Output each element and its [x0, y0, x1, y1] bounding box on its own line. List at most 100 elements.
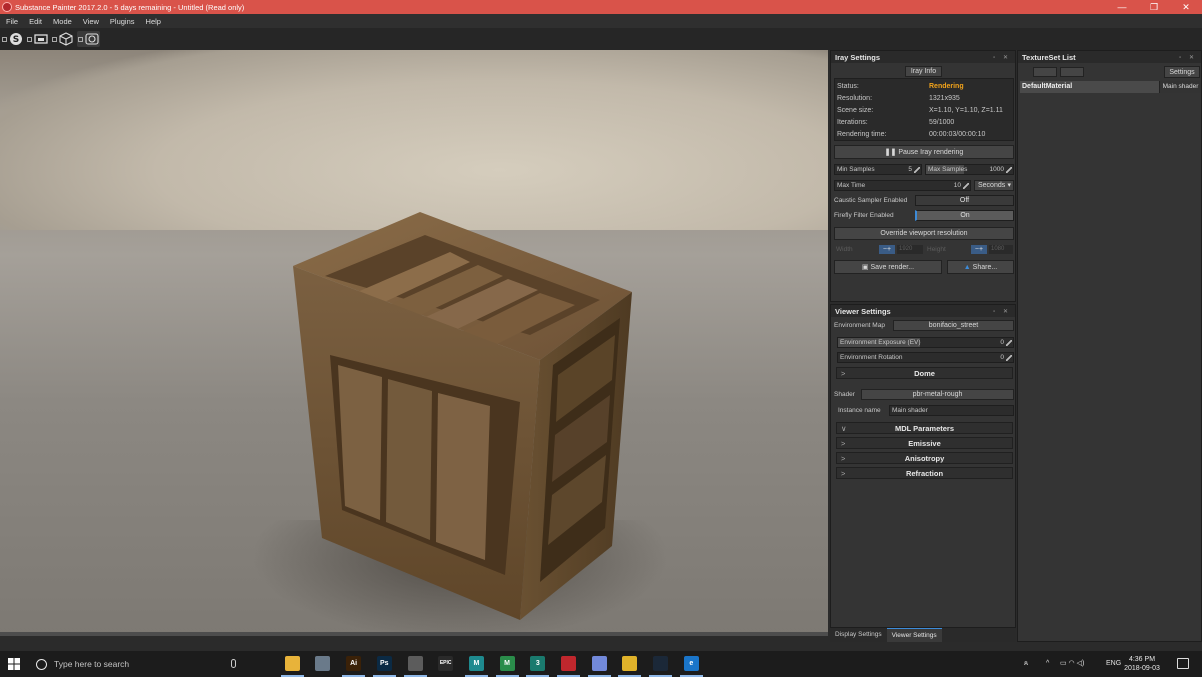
resolution-value: 1321x935	[929, 95, 960, 102]
expand-icon	[2, 36, 7, 42]
caustic-sampler-toggle[interactable]: Off	[915, 195, 1014, 206]
min-samples-slider[interactable]: Min Samples 5	[834, 164, 922, 175]
share-icon: ▲	[963, 264, 973, 271]
width-stepper[interactable]: −+	[879, 245, 895, 254]
textureset-settings-button[interactable]: Settings	[1164, 66, 1200, 78]
menu-edit[interactable]: Edit	[29, 17, 42, 26]
pictures-icon[interactable]	[315, 656, 331, 671]
iray-info-button[interactable]: Iray Info	[905, 66, 942, 77]
edit-pencil-icon[interactable]	[1006, 340, 1012, 346]
search-placeholder: Type here to search	[54, 659, 130, 669]
edit-pencil-icon[interactable]	[914, 167, 920, 173]
max-time-value: 10	[953, 182, 961, 189]
taskbar-clock[interactable]: 4:36 PM 2018-09-03	[1122, 655, 1162, 673]
panel-window-buttons[interactable]: ▫ ✕	[993, 308, 1011, 315]
discord-icon[interactable]	[587, 656, 611, 677]
resolution-row: Resolution: 1321x935	[837, 93, 1013, 104]
anisotropy-label: Anisotropy	[904, 454, 945, 463]
windows-taskbar: Type here to search Ai Ps EPIC M M 3 e ጰ ^ ▭ ◠…	[0, 651, 1202, 677]
shader-label: Shader	[834, 391, 855, 398]
wooden-crate-render	[293, 212, 632, 620]
anisotropy-section-header[interactable]: > Anisotropy	[836, 452, 1013, 464]
max-time-slider[interactable]: Max Time 10	[834, 180, 971, 191]
material-shader-selector[interactable]: Main shader	[1159, 81, 1201, 93]
maximize-button[interactable]: ❐	[1138, 0, 1170, 14]
3d-view-button[interactable]	[52, 32, 73, 46]
taskbar-search[interactable]: Type here to search	[30, 653, 244, 675]
emissive-section-header[interactable]: > Emissive	[836, 437, 1013, 449]
3dsmax-icon[interactable]: 3	[526, 656, 550, 677]
2d-view-button[interactable]	[27, 32, 48, 46]
textureset-list-panel: TextureSet List ▫ ✕ Settings DefaultMate…	[1017, 50, 1202, 642]
3d-viewport[interactable]	[0, 50, 828, 636]
photoshop-icon[interactable]: Ps	[372, 656, 396, 677]
edit-pencil-icon[interactable]	[1006, 167, 1012, 173]
edit-pencil-icon[interactable]	[963, 183, 969, 189]
firefly-filter-toggle[interactable]: On	[915, 210, 1014, 221]
viewer-panel-title: Viewer Settings	[835, 306, 891, 316]
pause-iray-button[interactable]: ❚❚ Pause Iray rendering	[834, 145, 1014, 159]
people-icon[interactable]: ጰ	[1024, 651, 1028, 677]
time-unit-dropdown[interactable]: Seconds ▾	[974, 180, 1014, 191]
shader-selector[interactable]: pbr-metal-rough	[861, 389, 1014, 400]
file-explorer-icon[interactable]	[280, 656, 304, 677]
environment-rotation-slider[interactable]: Environment Rotation 0	[837, 352, 1014, 363]
menu-mode[interactable]: Mode	[53, 17, 72, 26]
tab-display-settings[interactable]: Display Settings	[830, 628, 887, 642]
menu-file[interactable]: File	[6, 17, 18, 26]
mudbox-icon[interactable]: M	[495, 656, 519, 677]
substance-painter-icon[interactable]	[557, 656, 580, 677]
dome-section-label: Dome	[914, 369, 935, 378]
textureset-filter-button-1[interactable]	[1033, 67, 1057, 77]
microphone-icon[interactable]	[231, 659, 236, 668]
width-input[interactable]: 1920	[897, 245, 923, 254]
menu-plugins[interactable]: Plugins	[110, 17, 135, 26]
dome-section-header[interactable]: > Dome	[836, 367, 1013, 379]
action-center-icon[interactable]	[1177, 658, 1189, 669]
tab-viewer-settings[interactable]: Viewer Settings	[886, 628, 942, 642]
windows-start-icon[interactable]	[8, 658, 20, 670]
environment-exposure-label: Environment Exposure (EV)	[840, 339, 921, 346]
menu-help[interactable]: Help	[146, 17, 161, 26]
panel-window-buttons[interactable]: ▫ ✕	[1179, 54, 1197, 61]
environment-exposure-slider[interactable]: Environment Exposure (EV) 0	[837, 337, 1014, 348]
expand-icon	[78, 36, 83, 42]
network-battery-volume-icons[interactable]: ▭ ◠ ◁)	[1060, 651, 1084, 677]
language-indicator[interactable]: ENG	[1106, 651, 1121, 677]
edge-icon[interactable]: e	[679, 656, 703, 677]
close-button[interactable]: ✕	[1170, 0, 1202, 14]
steam-icon[interactable]	[649, 656, 673, 677]
status-label: Status:	[837, 83, 859, 90]
substance-logo-button[interactable]: S	[2, 32, 23, 46]
menu-view[interactable]: View	[83, 17, 99, 26]
max-samples-slider[interactable]: Max Samples 1000	[925, 164, 1014, 175]
save-render-button[interactable]: ▣ Save render...	[834, 260, 942, 274]
illustrator-icon[interactable]: Ai	[342, 656, 366, 677]
viewer-panel-header: Viewer Settings ▫ ✕	[831, 305, 1015, 317]
textureset-row[interactable]: DefaultMaterial Main shader	[1020, 81, 1201, 93]
status-value: Rendering	[929, 83, 964, 90]
photo-icon[interactable]	[403, 656, 427, 677]
instance-name-input[interactable]: Main shader	[889, 405, 1014, 416]
maya-icon[interactable]: M	[464, 656, 488, 677]
panel-window-buttons[interactable]: ▫ ✕	[993, 54, 1011, 61]
height-stepper[interactable]: −+	[971, 245, 987, 254]
mdl-parameters-section-header[interactable]: ∨ MDL Parameters	[836, 422, 1013, 434]
minimize-button[interactable]: —	[1106, 0, 1138, 14]
status-row: Status: Rendering	[837, 81, 1013, 92]
tray-chevron-up-icon[interactable]: ^	[1046, 651, 1049, 677]
refraction-label: Refraction	[905, 469, 944, 478]
share-button[interactable]: ▲ Share...	[947, 260, 1014, 274]
textureset-filter-button-2[interactable]	[1060, 67, 1084, 77]
epic-games-icon[interactable]: EPIC	[438, 656, 454, 671]
environment-map-selector[interactable]: bonifacio_street	[893, 320, 1014, 331]
iray-view-button[interactable]	[77, 31, 100, 47]
chrome-icon[interactable]	[618, 656, 642, 677]
override-viewport-resolution-button[interactable]: Override viewport resolution	[834, 227, 1014, 240]
edit-pencil-icon[interactable]	[1006, 355, 1012, 361]
rendering-time-label: Rendering time:	[837, 131, 887, 138]
task-view-icon[interactable]	[254, 656, 269, 671]
height-input[interactable]: 1080	[989, 245, 1013, 254]
refraction-section-header[interactable]: > Refraction	[836, 467, 1013, 479]
iray-panel-header: Iray Settings ▫ ✕	[831, 51, 1015, 63]
